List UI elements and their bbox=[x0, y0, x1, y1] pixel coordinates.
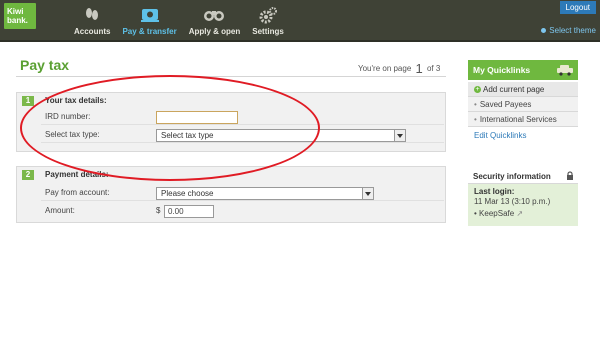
tax-type-row: Select tax type: Select tax type bbox=[41, 127, 444, 143]
quicklink-label: Saved Payees bbox=[479, 100, 532, 109]
pay-from-account-select[interactable]: Please choose bbox=[156, 187, 374, 200]
bullet-icon: • bbox=[474, 100, 477, 109]
currency-symbol: $ bbox=[156, 206, 161, 215]
step-number-2: 2 bbox=[22, 170, 34, 180]
quicklink-international-services[interactable]: • International Services bbox=[468, 112, 578, 127]
bullet-icon: • bbox=[474, 115, 477, 124]
nav-apply-open[interactable]: Apply & open bbox=[183, 0, 247, 36]
gears-icon bbox=[259, 7, 278, 24]
nav-pay-transfer[interactable]: Pay & transfer bbox=[116, 0, 182, 36]
logo-line-2: bank. bbox=[7, 16, 28, 25]
ird-number-input[interactable] bbox=[156, 111, 238, 124]
payments-icon bbox=[140, 9, 159, 22]
nav-apply-open-label: Apply & open bbox=[188, 27, 241, 36]
logo-line-1: Kiwi bbox=[7, 7, 24, 16]
payment-details-heading: Payment details: bbox=[45, 170, 109, 179]
tax-type-selected-value: Select tax type bbox=[161, 131, 214, 140]
security-information-header: Security information bbox=[468, 168, 578, 184]
logout-button[interactable]: Logout bbox=[559, 1, 596, 14]
quicklink-add-current-page[interactable]: + Add current page bbox=[468, 82, 578, 97]
pay-from-row: Pay from account: Please choose bbox=[41, 185, 444, 201]
page-progress: You're on page 1 of 3 bbox=[358, 61, 440, 76]
payment-details-panel: 2 Payment details: Pay from account: Ple… bbox=[16, 166, 446, 223]
edit-quicklinks-link[interactable]: Edit Quicklinks bbox=[468, 127, 578, 143]
quicklinks-header: My Quicklinks bbox=[468, 60, 578, 80]
pay-from-selected-value: Please choose bbox=[161, 189, 214, 198]
amount-row: Amount: $ bbox=[41, 203, 444, 219]
bullet-icon: • bbox=[474, 209, 477, 218]
external-link-icon: ↗ bbox=[516, 209, 524, 218]
select-theme-link[interactable]: Select theme bbox=[541, 26, 596, 35]
amount-label: Amount: bbox=[45, 206, 75, 215]
nav-pay-transfer-label: Pay & transfer bbox=[122, 27, 177, 36]
page-title: Pay tax bbox=[20, 57, 70, 73]
main-nav: Accounts Pay & transfer Apply & open Set… bbox=[68, 0, 290, 42]
page-progress-suffix: of 3 bbox=[426, 64, 441, 73]
quicklink-label: International Services bbox=[479, 115, 557, 124]
select-theme-label: Select theme bbox=[549, 26, 596, 35]
ird-number-row: IRD number: bbox=[41, 109, 444, 125]
chevron-down-icon[interactable] bbox=[362, 188, 373, 199]
quicklinks-title: My Quicklinks bbox=[473, 65, 531, 75]
lock-icon bbox=[567, 171, 573, 180]
tax-details-heading: Your tax details: bbox=[45, 96, 107, 105]
nav-settings[interactable]: Settings bbox=[246, 0, 290, 36]
tax-details-panel: 1 Your tax details: IRD number: Select t… bbox=[16, 92, 446, 152]
amount-input[interactable] bbox=[164, 205, 214, 218]
title-divider bbox=[16, 76, 446, 77]
chevron-down-icon[interactable] bbox=[394, 130, 405, 141]
tax-type-select[interactable]: Select tax type bbox=[156, 129, 406, 142]
binoculars-icon bbox=[204, 11, 225, 21]
car-icon bbox=[557, 65, 573, 76]
last-login-label: Last login: bbox=[474, 187, 515, 196]
tax-type-label: Select tax type: bbox=[45, 130, 100, 139]
keepsafe-label: KeepSafe bbox=[479, 209, 515, 218]
keepsafe-link[interactable]: • KeepSafe ↗ bbox=[474, 209, 572, 219]
plus-icon: + bbox=[474, 86, 481, 94]
quicklink-saved-payees[interactable]: • Saved Payees bbox=[468, 97, 578, 112]
step-number-1: 1 bbox=[22, 96, 34, 106]
last-login-value: 11 Mar 13 (3:10 p.m.) bbox=[474, 197, 551, 206]
last-login-section: Last login: 11 Mar 13 (3:10 p.m.) • Keep… bbox=[468, 184, 578, 226]
nav-accounts[interactable]: Accounts bbox=[68, 0, 116, 36]
quicklinks-list: + Add current page • Saved Payees • Interna… bbox=[468, 82, 578, 143]
pay-from-label: Pay from account: bbox=[45, 188, 110, 197]
security-information-box: Security information Last login: 11 Mar … bbox=[468, 168, 578, 226]
kiwibank-logo[interactable]: Kiwi bank. bbox=[4, 3, 36, 29]
top-navigation-bar: Kiwi bank. Accounts Pay & transfer Apply… bbox=[0, 0, 600, 42]
nav-accounts-label: Accounts bbox=[74, 27, 111, 36]
page-progress-current: 1 bbox=[415, 61, 423, 76]
footprints-icon bbox=[86, 8, 99, 20]
page-progress-prefix: You're on page bbox=[358, 64, 412, 73]
ird-number-label: IRD number: bbox=[45, 112, 91, 121]
security-information-title: Security information bbox=[473, 172, 551, 181]
nav-settings-label: Settings bbox=[252, 27, 284, 36]
theme-bullet-icon bbox=[541, 28, 547, 34]
quicklink-label: Add current page bbox=[483, 85, 545, 94]
